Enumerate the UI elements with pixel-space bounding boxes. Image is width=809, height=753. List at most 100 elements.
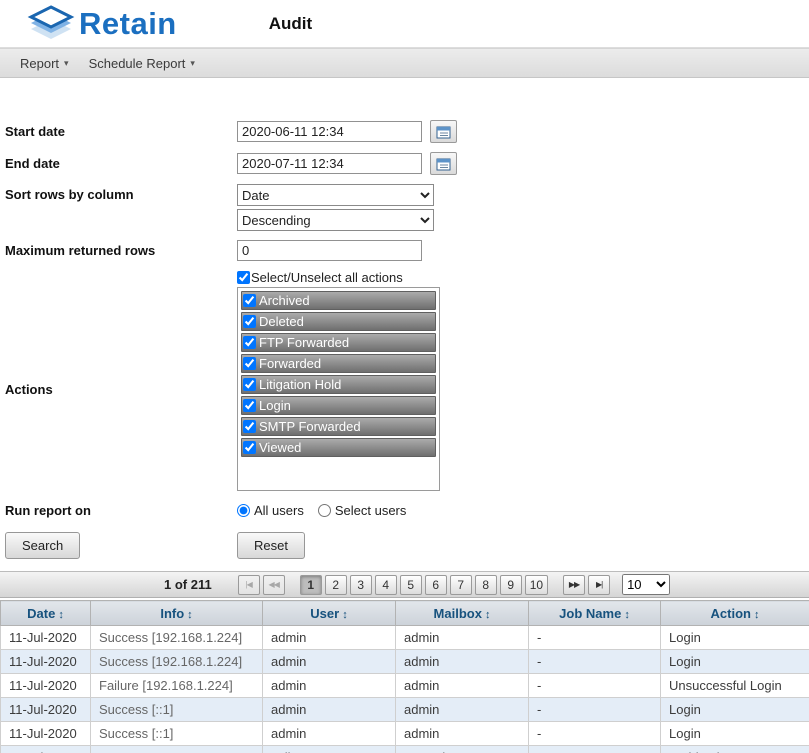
cell-job-name: - (529, 674, 661, 698)
sort-direction-select[interactable]: Descending (237, 209, 434, 231)
search-button[interactable]: Search (5, 532, 80, 559)
sort-icon: ↕ (58, 609, 64, 621)
max-rows-row: Maximum returned rows (0, 240, 809, 261)
retain-logo-text: Retain (79, 6, 177, 42)
action-item-forwarded[interactable]: Forwarded (241, 354, 436, 373)
next-page-button[interactable]: ▶▶ (563, 575, 585, 595)
end-date-calendar-button[interactable] (430, 152, 457, 175)
table-row[interactable]: 11-Jul-2020 Message ID = 35201 collector… (1, 746, 809, 753)
end-date-row: End date (0, 152, 809, 175)
last-page-button[interactable]: ▶| (588, 575, 610, 595)
action-checkbox[interactable] (243, 336, 256, 349)
radio-all-users[interactable]: All users (237, 503, 304, 518)
column-header-job-name[interactable]: Job Name↕ (529, 601, 661, 626)
cell-user: admin (263, 698, 396, 722)
action-item-deleted[interactable]: Deleted (241, 312, 436, 331)
run-report-row: Run report on All users Select users (0, 503, 809, 518)
action-label: Forwarded (259, 356, 321, 371)
action-item-smtp-forwarded[interactable]: SMTP Forwarded (241, 417, 436, 436)
action-checkbox[interactable] (243, 315, 256, 328)
table-row[interactable]: 11-Jul-2020 Success [192.168.1.224] admi… (1, 650, 809, 674)
radio-select-users[interactable]: Select users (318, 503, 407, 518)
column-header-user[interactable]: User↕ (263, 601, 396, 626)
action-checkbox[interactable] (243, 399, 256, 412)
page-button-2[interactable]: 2 (325, 575, 347, 595)
sort-label: Sort rows by column (0, 184, 237, 206)
page-button-5[interactable]: 5 (400, 575, 422, 595)
action-item-archived[interactable]: Archived (241, 291, 436, 310)
page-button-7[interactable]: 7 (450, 575, 472, 595)
max-rows-label: Maximum returned rows (0, 243, 237, 258)
page-button-9[interactable]: 9 (500, 575, 522, 595)
action-label: Litigation Hold (259, 377, 341, 392)
form-buttons-row: Search Reset (0, 532, 809, 559)
table-row[interactable]: 11-Jul-2020 Success [::1] admin admin - … (1, 722, 809, 746)
column-label: Job Name (559, 606, 621, 621)
action-checkbox[interactable] (243, 294, 256, 307)
page-size-select[interactable]: 10 (622, 574, 670, 595)
action-label: Deleted (259, 314, 304, 329)
max-rows-input[interactable] (237, 240, 422, 261)
column-header-date[interactable]: Date↕ (1, 601, 91, 626)
action-item-viewed[interactable]: Viewed (241, 438, 436, 457)
reset-button[interactable]: Reset (237, 532, 305, 559)
end-date-input[interactable] (237, 153, 422, 174)
action-item-litigation-hold[interactable]: Litigation Hold (241, 375, 436, 394)
column-header-mailbox[interactable]: Mailbox↕ (396, 601, 529, 626)
action-label: FTP Forwarded (259, 335, 349, 350)
retain-logo[interactable]: Retain (26, 4, 177, 44)
column-header-action[interactable]: Action↕ (661, 601, 809, 626)
cell-mailbox: admin (396, 626, 529, 650)
action-checkbox[interactable] (243, 441, 256, 454)
cell-user: collector (263, 746, 396, 753)
action-item-login[interactable]: Login (241, 396, 436, 415)
sort-row: Sort rows by column Date Descending (0, 184, 809, 231)
cell-date: 11-Jul-2020 (1, 674, 91, 698)
start-date-calendar-button[interactable] (430, 120, 457, 143)
cell-action: Login (661, 626, 809, 650)
cell-mailbox: admin (396, 722, 529, 746)
cell-job-name (529, 746, 661, 753)
action-item-ftp-forwarded[interactable]: FTP Forwarded (241, 333, 436, 352)
action-checkbox[interactable] (243, 357, 256, 370)
menu-report[interactable]: Report ▾ (10, 49, 79, 77)
cell-date: 11-Jul-2020 (1, 698, 91, 722)
column-header-info[interactable]: Info↕ (91, 601, 263, 626)
cell-info: Success [192.168.1.224] (91, 650, 263, 674)
start-date-row: Start date (0, 120, 809, 143)
audit-report-form: Start date End date (0, 78, 809, 559)
page-button-1[interactable]: 1 (300, 575, 322, 595)
action-checkbox[interactable] (243, 420, 256, 433)
table-row[interactable]: 11-Jul-2020 Failure [192.168.1.224] admi… (1, 674, 809, 698)
cell-user: admin (263, 674, 396, 698)
cell-info: Success [::1] (91, 722, 263, 746)
start-date-input[interactable] (237, 121, 422, 142)
first-page-button[interactable]: |◀ (238, 575, 260, 595)
column-label: Date (27, 606, 55, 621)
page-button-8[interactable]: 8 (475, 575, 497, 595)
table-row[interactable]: 11-Jul-2020 Success [192.168.1.224] admi… (1, 626, 809, 650)
all-users-radio[interactable] (237, 504, 250, 517)
table-row[interactable]: 11-Jul-2020 Success [::1] admin admin - … (1, 698, 809, 722)
table-header-row: Date↕ Info↕ User↕ Mailbox↕ Job Name↕ Act… (1, 601, 809, 626)
actions-listbox[interactable]: Archived Deleted FTP Forwarded Forwarded… (237, 287, 440, 491)
action-label: Login (259, 398, 291, 413)
select-users-radio[interactable] (318, 504, 331, 517)
previous-page-button[interactable]: ◀◀ (263, 575, 285, 595)
action-checkbox[interactable] (243, 378, 256, 391)
page-button-3[interactable]: 3 (350, 575, 372, 595)
page-button-10[interactable]: 10 (525, 575, 548, 595)
page-button-4[interactable]: 4 (375, 575, 397, 595)
cell-action: Archived (661, 746, 809, 753)
page-button-6[interactable]: 6 (425, 575, 447, 595)
retain-logo-icon (26, 4, 76, 44)
action-label: Archived (259, 293, 310, 308)
sort-column-select[interactable]: Date (237, 184, 434, 206)
sort-icon: ↕ (624, 609, 630, 621)
menu-schedule-report[interactable]: Schedule Report ▾ (79, 49, 205, 77)
cell-mailbox: admin (396, 698, 529, 722)
run-report-options: All users Select users (237, 503, 406, 518)
select-all-actions-checkbox[interactable] (237, 271, 250, 284)
pagination-status: 1 of 211 (164, 577, 212, 592)
menu-bar: Report ▾ Schedule Report ▾ (0, 48, 809, 78)
